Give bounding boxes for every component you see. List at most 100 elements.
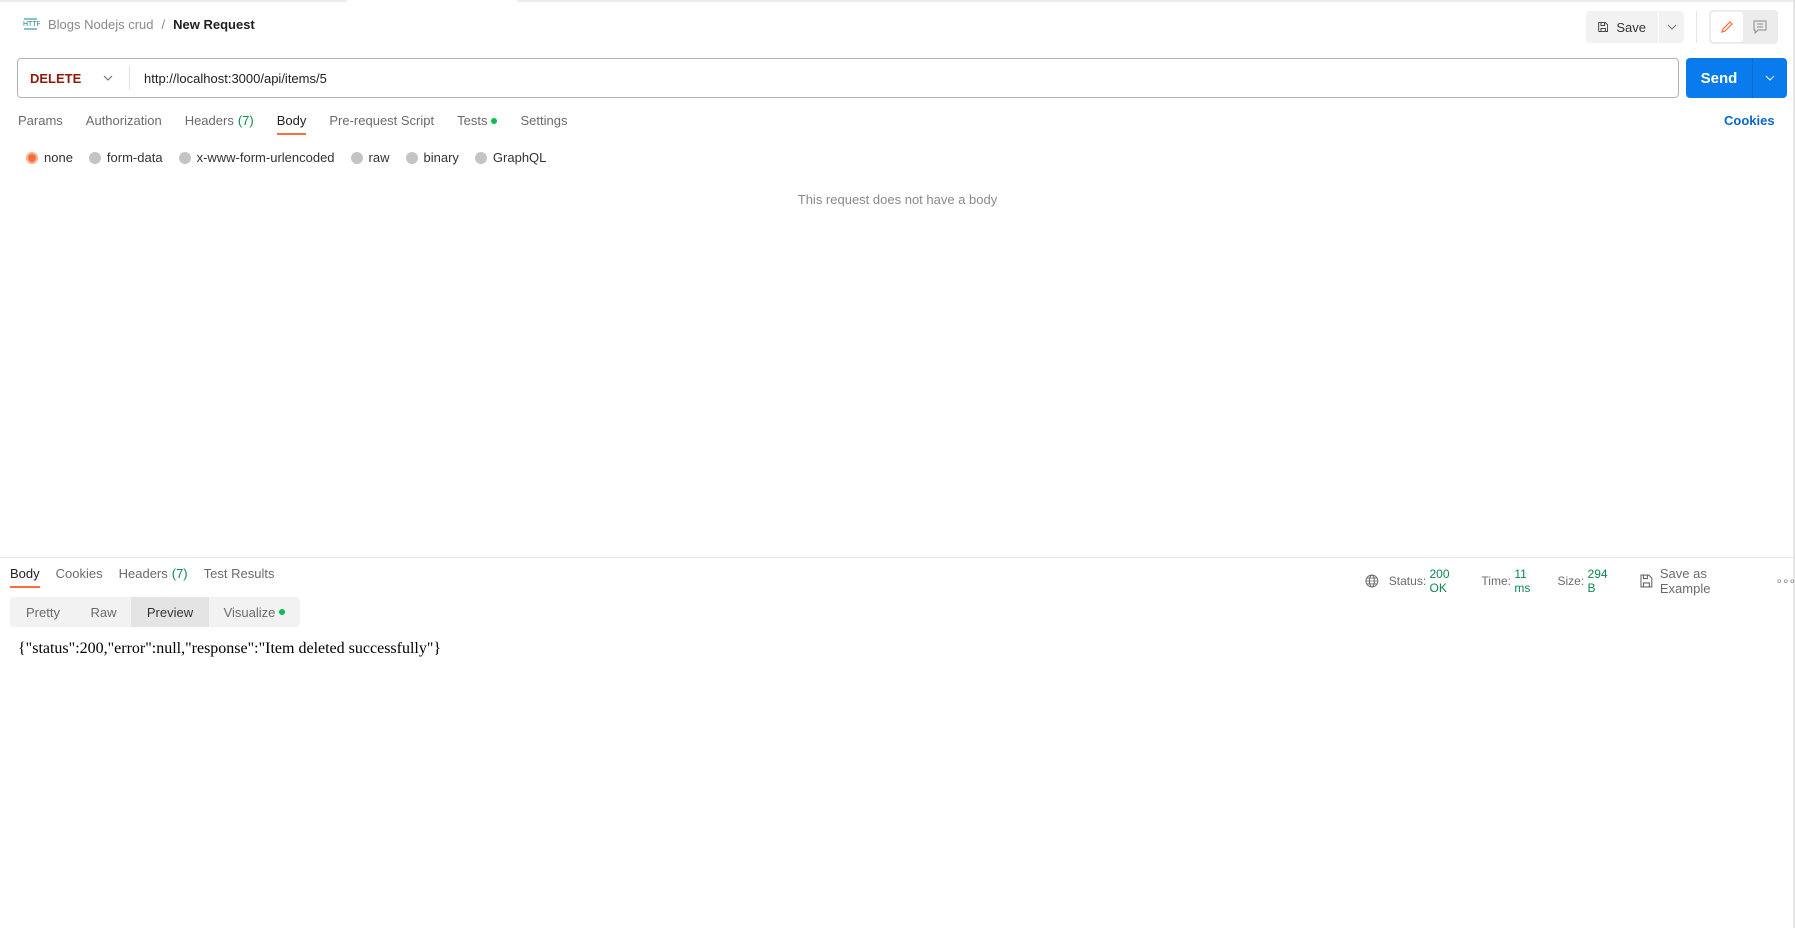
radio-icon (405, 151, 418, 164)
tab-label: Pre-request Script (329, 113, 435, 128)
save-button[interactable]: Save (1586, 11, 1658, 43)
radio-label: none (44, 150, 73, 165)
radio-raw[interactable]: raw (350, 150, 390, 165)
radio-none[interactable]: none (26, 150, 73, 165)
save-dropdown-button[interactable] (1659, 11, 1684, 43)
chevron-down-icon (1667, 24, 1676, 30)
tab-body[interactable]: Body (276, 113, 307, 135)
url-bar: DELETE http://localhost:3000/api/items/5 (17, 58, 1679, 98)
toolbar-divider (1696, 11, 1697, 43)
tab-settings[interactable]: Settings (520, 113, 567, 135)
status-dot-icon (279, 609, 286, 615)
time-label: Time: (1481, 574, 1511, 588)
save-label: Save (1616, 19, 1646, 35)
http-icon: HTTP (23, 18, 40, 30)
view-pretty[interactable]: Pretty (10, 597, 76, 627)
radio-label: binary (423, 150, 459, 165)
view-raw[interactable]: Raw (76, 597, 131, 627)
response-tabs: Body Cookies Headers (7) Test Results (10, 566, 290, 588)
size-label: Size: (1557, 574, 1585, 588)
tab-headers[interactable]: Headers (7) (185, 113, 254, 135)
radio-icon (88, 151, 101, 164)
save-as-example-button[interactable]: Save as Example (1640, 566, 1759, 596)
breadcrumb-separator: / (161, 16, 166, 32)
tab-label: Body (10, 566, 40, 581)
comments-button[interactable] (1744, 12, 1776, 42)
time-value[interactable]: 11 ms (1514, 567, 1545, 595)
send-button[interactable]: Send (1686, 58, 1753, 98)
tab-label: Settings (520, 113, 568, 128)
cookies-link[interactable]: Cookies (1724, 113, 1775, 128)
size-value[interactable]: 294 B (1588, 567, 1619, 595)
edit-button[interactable] (1711, 12, 1743, 42)
method-label: DELETE (30, 70, 82, 86)
request-name[interactable]: New Request (173, 17, 255, 32)
collection-link[interactable]: Blogs Nodejs crud (48, 17, 154, 32)
url-input[interactable]: http://localhost:3000/api/items/5 (130, 71, 327, 86)
chevron-down-icon (103, 75, 113, 81)
save-as-example-label: Save as Example (1659, 566, 1711, 596)
view-label: Raw (90, 604, 117, 620)
tab-label: Headers (184, 113, 234, 128)
save-icon (1640, 574, 1653, 588)
save-icon (1598, 22, 1609, 32)
tab-strip (0, 0, 1795, 2)
response-tab-cookies[interactable]: Cookies (56, 566, 103, 588)
tab-authorization[interactable]: Authorization (86, 113, 162, 135)
response-tab-body[interactable]: Body (10, 566, 40, 588)
response-view-selector: Pretty Raw Preview Visualize (10, 597, 300, 627)
view-label: Visualize (223, 604, 276, 620)
headers-count: (7) (237, 113, 254, 128)
radio-label: form-data (106, 150, 163, 165)
body-type-radios: none form-data x-www-form-urlencoded raw… (26, 150, 562, 165)
status-value[interactable]: 200 OK (1430, 567, 1470, 595)
comment-icon (1753, 20, 1767, 34)
radio-icon (350, 151, 363, 164)
radio-label: GraphQL (492, 150, 547, 165)
view-label: Preview (146, 604, 194, 620)
pane-resize-handle[interactable] (0, 557, 1793, 558)
view-label: Pretty (26, 604, 60, 620)
tab-params[interactable]: Params (18, 113, 63, 135)
response-tab-headers[interactable]: Headers (7) (119, 566, 188, 588)
send-dropdown-button[interactable] (1753, 58, 1787, 98)
radio-urlencoded[interactable]: x-www-form-urlencoded (178, 150, 335, 165)
radio-label: raw (368, 150, 390, 165)
view-toggle (1709, 10, 1778, 44)
tab-label: Tests (457, 113, 488, 128)
radio-binary[interactable]: binary (405, 150, 459, 165)
view-visualize[interactable]: Visualize (209, 597, 300, 627)
tab-label: Authorization (85, 113, 162, 128)
tab-tests[interactable]: Tests (457, 113, 498, 135)
response-tab-test-results[interactable]: Test Results (204, 566, 275, 588)
pencil-icon (1721, 21, 1733, 33)
active-tab[interactable] (347, 0, 517, 2)
response-body-preview: {"status":200,"error":null,"response":"I… (18, 640, 442, 657)
radio-icon (178, 151, 191, 164)
radio-selected-icon (26, 151, 38, 164)
empty-body-message: This request does not have a body (797, 192, 998, 207)
breadcrumb: HTTP Blogs Nodejs crud / New Request (22, 16, 255, 32)
save-group: Save (1586, 11, 1684, 43)
response-meta: Status: 200 OK Time: 11 ms Size: 294 B S… (1365, 566, 1795, 596)
request-tabs: Params Authorization Headers (7) Body Pre… (18, 113, 590, 135)
radio-form-data[interactable]: form-data (88, 150, 163, 165)
status-dot-icon (491, 117, 498, 124)
chevron-down-icon (1765, 75, 1775, 81)
send-group: Send (1686, 58, 1787, 98)
tab-label: Body (276, 113, 307, 128)
tab-label: Test Results (203, 566, 275, 581)
status-label: Status: (1388, 574, 1427, 588)
headers-count: (7) (171, 566, 188, 581)
radio-icon (474, 151, 487, 164)
view-preview[interactable]: Preview (131, 597, 209, 627)
tab-pre-request-script[interactable]: Pre-request Script (329, 113, 434, 135)
globe-icon[interactable] (1365, 574, 1379, 588)
more-options-icon[interactable]: ∘∘∘ (1775, 574, 1795, 588)
radio-graphql[interactable]: GraphQL (474, 150, 547, 165)
tab-label: Cookies (55, 566, 103, 581)
method-select[interactable]: DELETE (18, 66, 130, 90)
svg-text:HTTP: HTTP (23, 21, 40, 28)
tab-label: Headers (118, 566, 168, 581)
radio-label: x-www-form-urlencoded (196, 150, 335, 165)
